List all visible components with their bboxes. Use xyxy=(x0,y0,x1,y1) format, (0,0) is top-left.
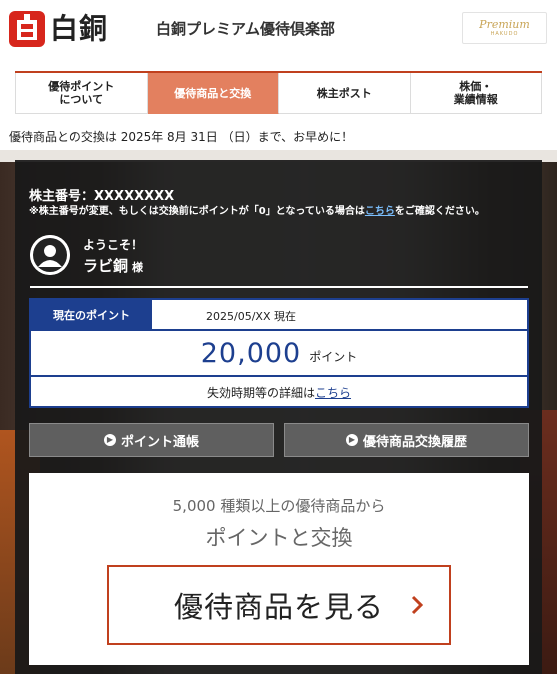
logo-text: 白銅 xyxy=(50,12,109,45)
premium-badge-text: Premium xyxy=(479,18,530,31)
hakudo-logo-mark-icon xyxy=(9,11,45,47)
member-number: 株主番号：XXXXXXXX xyxy=(29,189,175,204)
user-honorific: 様 xyxy=(132,261,144,274)
point-passbook-label: ポイント通帳 xyxy=(120,434,199,450)
catalog-card: 5,000 種類以上の優待商品から ポイントと交換 優待商品を見る xyxy=(29,473,529,665)
exchange-history-label: 優待商品交換履歴 xyxy=(362,434,467,450)
nav-item-shareholder-post[interactable]: 株主ポスト xyxy=(279,73,411,114)
view-products-label: 優待商品を見る xyxy=(173,590,384,624)
premium-badge[interactable]: Premium HAKUDO xyxy=(462,12,547,44)
user-name-text: ラビ銅 xyxy=(83,257,129,275)
points-expiry-text: 失効時期等の詳細は xyxy=(206,386,315,400)
catalog-subtitle: 5,000 種類以上の優待商品から xyxy=(172,497,386,515)
points-value-row: 20,000 ポイント xyxy=(31,331,527,377)
deadline-notice: 優待商品との交換は 2025年 8月 31日 （日）まで、お早めに！ xyxy=(9,130,354,144)
points-header: 現在のポイント 2025/05/XX 現在 xyxy=(31,300,527,331)
divider xyxy=(30,286,528,288)
member-number-note: ※株主番号が変更、もしくは交換前にポイントが「0」となっている場合はこちらをご確… xyxy=(29,205,534,218)
premium-badge-subtext: HAKUDO xyxy=(490,31,519,37)
user-name: ラビ銅様 xyxy=(83,255,143,276)
nav-item-about-points[interactable]: 優待ポイント について xyxy=(15,73,148,114)
point-passbook-button[interactable]: ▶ ポイント通帳 xyxy=(29,423,274,457)
nav-item-stock-info[interactable]: 株価・ 業績情報 xyxy=(410,73,542,114)
points-expiry-link[interactable]: こちら xyxy=(315,384,351,401)
main-nav: 優待ポイント について 優待商品と交換 株主ポスト 株価・ 業績情報 xyxy=(15,71,542,114)
site-name: 白銅プレミアム優待倶楽部 xyxy=(156,20,335,38)
user-avatar-icon xyxy=(30,235,70,275)
chevron-right-icon xyxy=(411,595,424,615)
member-note-text: ※株主番号が変更、もしくは交換前にポイントが「0」となっている場合は xyxy=(29,206,365,217)
member-panel: 株主番号：XXXXXXXX ※株主番号が変更、もしくは交換前にポイントが「0」と… xyxy=(15,160,542,674)
chevron-right-circle-icon: ▶ xyxy=(345,434,358,446)
chevron-right-circle-icon: ▶ xyxy=(103,434,116,446)
points-unit: ポイント xyxy=(309,349,358,364)
catalog-title: ポイントと交換 xyxy=(205,526,353,550)
points-box: 現在のポイント 2025/05/XX 現在 20,000 ポイント 失効時期等の… xyxy=(29,298,529,408)
site-header: 白銅 白銅プレミアム優待倶楽部 Premium HAKUDO xyxy=(0,0,557,60)
points-label: 現在のポイント xyxy=(31,300,152,329)
member-note-link[interactable]: こちら xyxy=(365,206,395,217)
site-logo[interactable]: 白銅 xyxy=(9,11,108,47)
points-as-of-date: 2025/05/XX 現在 xyxy=(206,310,296,323)
view-products-button[interactable]: 優待商品を見る xyxy=(107,565,451,645)
member-note-text-after: をご確認ください。 xyxy=(394,206,485,217)
welcome-text: ようこそ！ xyxy=(83,238,144,252)
points-expiry: 失効時期等の詳細は こちら xyxy=(31,379,527,406)
points-value: 20,000 xyxy=(200,337,302,369)
nav-item-exchange[interactable]: 優待商品と交換 xyxy=(147,73,279,114)
exchange-history-button[interactable]: ▶ 優待商品交換履歴 xyxy=(284,423,529,457)
